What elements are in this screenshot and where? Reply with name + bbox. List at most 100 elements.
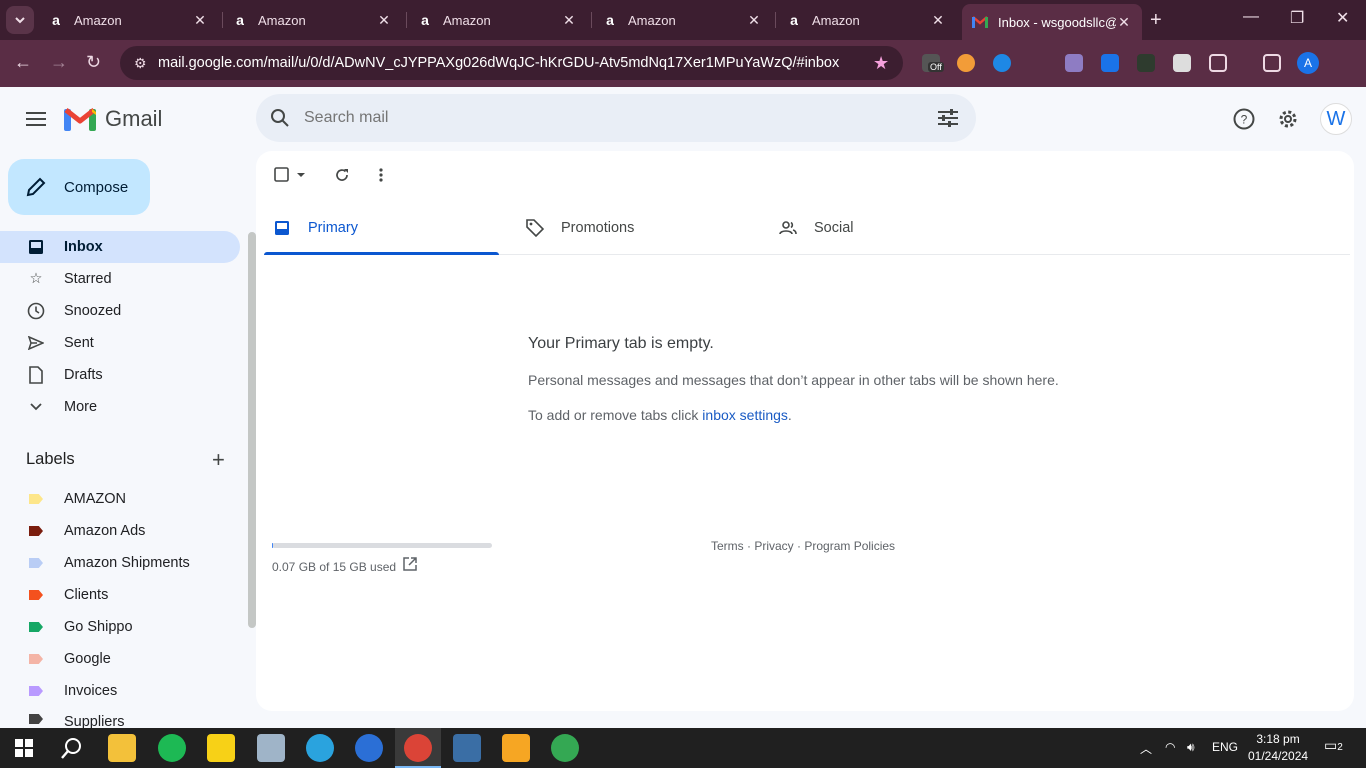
side-panel-icon[interactable] (1263, 54, 1281, 72)
search-input[interactable] (304, 109, 920, 127)
wifi-icon[interactable]: ◠ (1165, 740, 1175, 754)
extension-icon[interactable] (993, 54, 1011, 72)
select-all-checkbox[interactable] (274, 166, 306, 184)
nav-item-snoozed[interactable]: Snoozed (0, 295, 240, 327)
back-button[interactable]: ← (14, 52, 32, 73)
close-window-button[interactable]: ✕ (1336, 8, 1349, 28)
close-icon[interactable]: ✕ (192, 12, 208, 29)
search-icon[interactable] (256, 108, 304, 128)
label-item[interactable]: AMAZON (0, 483, 240, 515)
program-policies-link[interactable]: Program Policies (804, 539, 895, 553)
terms-link[interactable]: Terms (711, 539, 744, 553)
label-item[interactable]: Clients (0, 579, 240, 611)
language-indicator[interactable]: ENG (1212, 740, 1238, 754)
restore-button[interactable]: ❐ (1290, 8, 1304, 28)
label-item[interactable]: Amazon Shipments (0, 547, 240, 579)
nav-item-starred[interactable]: ☆ Starred (0, 263, 240, 295)
app-r-icon[interactable] (502, 734, 530, 762)
spotify-icon[interactable] (158, 734, 186, 762)
tab-promotions[interactable]: Promotions (517, 202, 752, 254)
reload-button[interactable]: ↻ (86, 52, 101, 73)
label-item[interactable]: Amazon Ads (0, 515, 240, 547)
extension-icon[interactable] (1065, 54, 1083, 72)
minimize-button[interactable]: — (1243, 8, 1259, 26)
footer-separator: · (793, 539, 805, 553)
sidebar-scrollbar[interactable] (248, 232, 256, 628)
close-icon[interactable]: ✕ (1116, 14, 1132, 31)
label-item[interactable]: Invoices (0, 675, 240, 707)
tab-title: Amazon (812, 12, 860, 28)
site-info-icon[interactable]: ⚙ (134, 55, 154, 72)
extension-icon[interactable] (1029, 54, 1047, 72)
volume-icon[interactable]: 🔊︎ (1187, 740, 1195, 755)
taskbar-clock[interactable]: 3:18 pm 01/24/2024 (1248, 731, 1308, 765)
more-vert-icon[interactable] (379, 166, 383, 184)
windows-start-icon[interactable] (10, 734, 38, 762)
label-item[interactable]: Go Shippo (0, 611, 240, 643)
tab-title: Amazon (258, 12, 306, 28)
clock-icon (0, 302, 64, 320)
close-icon[interactable]: ✕ (930, 12, 946, 29)
browser-tab[interactable]: a Amazon ✕ (407, 4, 587, 36)
tab-title: Inbox - wsgoodsllc@ (998, 14, 1116, 30)
browser-tab[interactable]: a Amazon ✕ (592, 4, 772, 36)
nav-item-drafts[interactable]: Drafts (0, 359, 240, 391)
address-bar[interactable]: ⚙ mail.google.com/mail/u/0/d/ADwNV_cJYPP… (120, 46, 903, 80)
close-icon[interactable]: ✕ (376, 12, 392, 29)
sticky-notes-icon[interactable] (207, 734, 235, 762)
tab-search-button[interactable] (6, 6, 34, 34)
forward-button[interactable]: → (50, 52, 68, 73)
open-in-new-icon[interactable] (403, 557, 417, 576)
refresh-icon[interactable] (334, 166, 350, 184)
notifications-icon[interactable]: ▭2 (1324, 737, 1343, 754)
extension-off-icon[interactable]: Off (922, 54, 944, 72)
nav-item-more[interactable]: More (0, 391, 240, 423)
new-tab-button[interactable]: + (1150, 9, 1162, 32)
nav-item-inbox[interactable]: Inbox (0, 231, 240, 263)
label-name: Clients (64, 587, 109, 603)
file-explorer-icon[interactable] (108, 734, 136, 762)
bookmark-star-icon[interactable]: ★ (873, 53, 903, 74)
compose-button[interactable]: Compose (8, 159, 150, 215)
send-icon (0, 336, 64, 350)
label-name: Google (64, 651, 111, 667)
extensions-puzzle-icon[interactable] (1209, 54, 1227, 72)
clock-time: 3:18 pm (1256, 732, 1300, 746)
extension-icon[interactable] (1137, 54, 1155, 72)
search-bar[interactable] (256, 94, 976, 142)
chrome-icon[interactable] (551, 734, 579, 762)
storage-usage-bar (272, 543, 492, 548)
label-item[interactable]: Suppliers (0, 707, 240, 728)
settings-gear-icon[interactable] (1276, 107, 1300, 131)
calculator-icon[interactable] (453, 734, 481, 762)
privacy-link[interactable]: Privacy (754, 539, 793, 553)
close-icon[interactable]: ✕ (746, 12, 762, 29)
browser-tab[interactable]: a Amazon ✕ (38, 4, 218, 36)
inbox-settings-link[interactable]: inbox settings (702, 407, 788, 423)
chrome-icon[interactable] (404, 734, 432, 762)
browser-tab-active[interactable]: Inbox - wsgoodsllc@ ✕ (962, 4, 1142, 40)
gmail-logo[interactable]: Gmail (64, 106, 162, 132)
tab-primary[interactable]: Primary (264, 202, 499, 255)
help-icon[interactable]: ? (1232, 107, 1256, 131)
label-item[interactable]: Google (0, 643, 240, 675)
search-options-icon[interactable] (920, 109, 976, 127)
search-icon[interactable] (58, 734, 86, 762)
close-icon[interactable]: ✕ (561, 12, 577, 29)
qr-code-icon[interactable] (1173, 54, 1191, 72)
account-avatar[interactable]: W (1320, 103, 1352, 135)
browser-tab[interactable]: a Amazon ✕ (776, 4, 956, 36)
browser-tab[interactable]: a Amazon ✕ (222, 4, 402, 36)
extension-icon[interactable] (1101, 54, 1119, 72)
zoom-icon[interactable] (355, 734, 383, 762)
create-label-button[interactable]: + (212, 449, 225, 471)
main-menu-button[interactable] (24, 108, 48, 130)
chevron-up-icon[interactable]: ︿ (1140, 740, 1152, 757)
browser-profile-avatar[interactable]: A (1297, 52, 1319, 74)
notepad-icon[interactable] (257, 734, 285, 762)
telegram-icon[interactable] (306, 734, 334, 762)
label-name: Go Shippo (64, 619, 133, 635)
tab-social[interactable]: Social (770, 202, 1005, 254)
extension-icon[interactable] (957, 54, 975, 72)
nav-item-sent[interactable]: Sent (0, 327, 240, 359)
